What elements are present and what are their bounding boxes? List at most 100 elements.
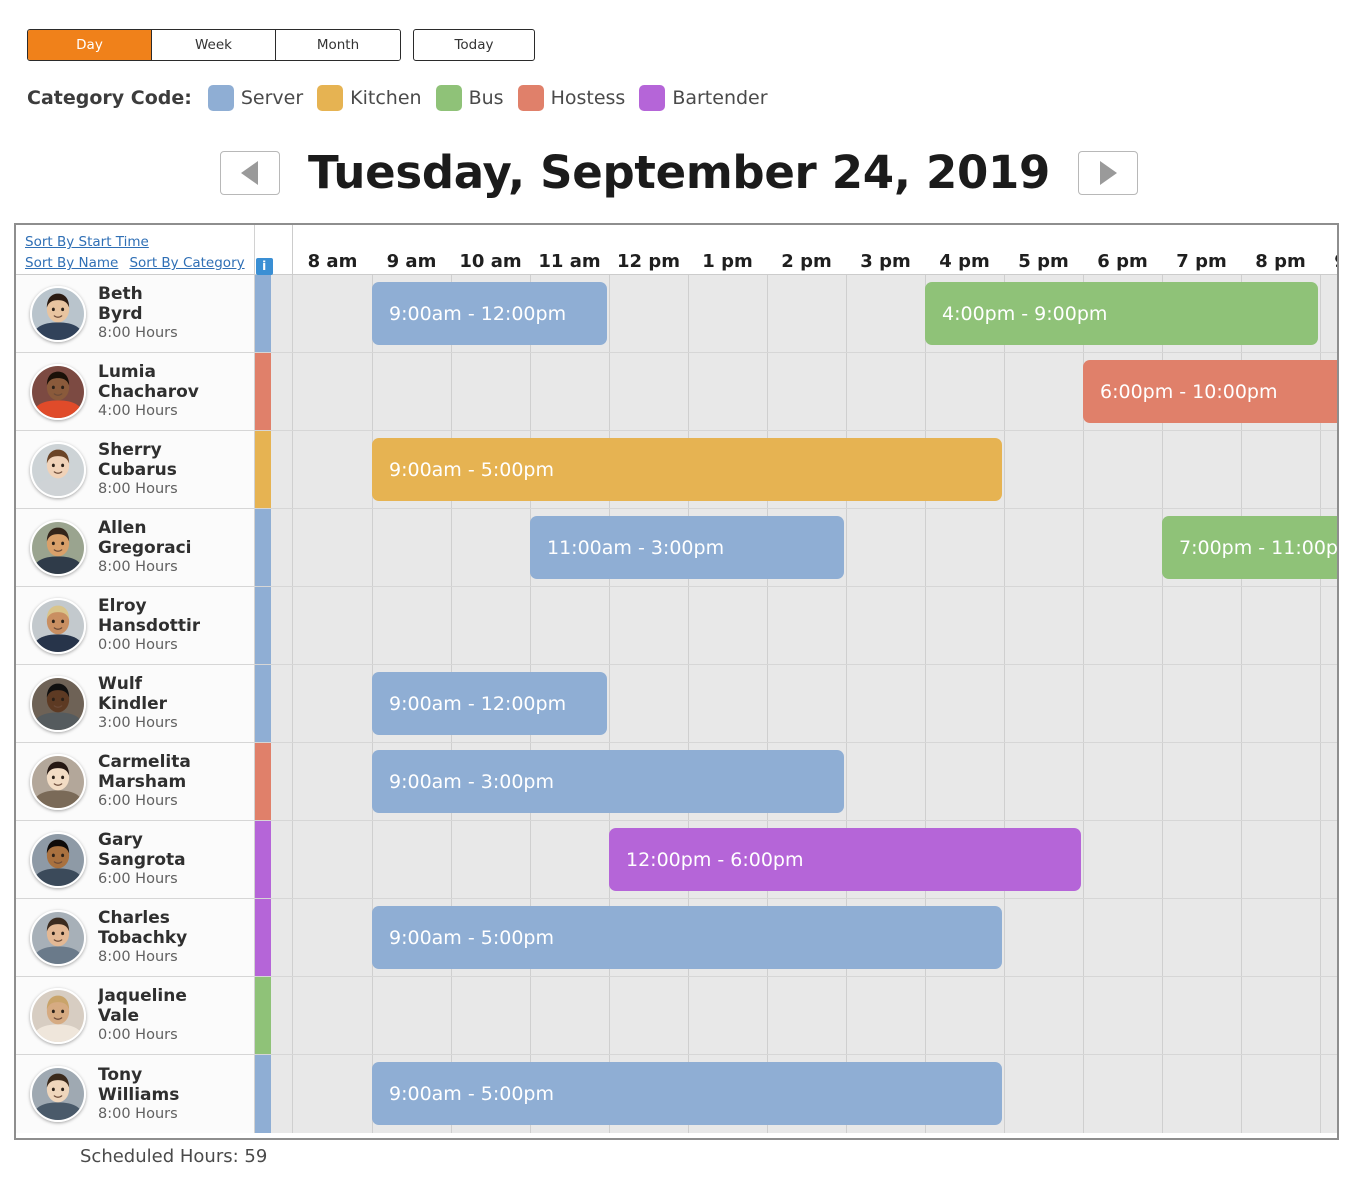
- shift-block[interactable]: 9:00am - 12:00pm: [372, 672, 607, 735]
- employee-hours: 8:00 Hours: [98, 325, 178, 341]
- employee-info-cell[interactable]: Charles Tobachky 8:00 Hours: [16, 899, 255, 976]
- employee-first-name: Sherry: [98, 440, 162, 460]
- hour-gridline: [1004, 665, 1005, 742]
- lane-gutter: [271, 275, 293, 352]
- shift-lane[interactable]: 9:00am - 12:00pm: [271, 665, 1337, 742]
- employee-info-cell[interactable]: Jaqueline Vale 0:00 Hours: [16, 977, 255, 1054]
- employee-text: Tony Williams 8:00 Hours: [98, 1065, 179, 1124]
- employee-row: Elroy Hansdottir 0:00 Hours: [16, 587, 1337, 665]
- shift-block[interactable]: 6:00pm - 10:00pm: [1083, 360, 1337, 423]
- sort-by-start-time-link[interactable]: Sort By Start Time: [25, 234, 149, 250]
- employee-first-name: Gary: [98, 830, 143, 850]
- shift-block[interactable]: 11:00am - 3:00pm: [530, 516, 844, 579]
- hour-gridline: [530, 353, 531, 430]
- hour-gridline: [451, 353, 452, 430]
- sort-by-name-link[interactable]: Sort By Name: [25, 255, 118, 271]
- shift-lane[interactable]: 6:00pm - 10:00pm: [271, 353, 1337, 430]
- hour-gridline: [1083, 977, 1084, 1054]
- category-stripe-server: [255, 275, 271, 352]
- shift-lane[interactable]: 11:00am - 3:00pm 7:00pm - 11:00pm: [271, 509, 1337, 586]
- category-stripe-server: [255, 665, 271, 742]
- hour-gridline: [925, 509, 926, 586]
- employee-info-cell[interactable]: Beth Byrd 8:00 Hours: [16, 275, 255, 352]
- view-option-day-button[interactable]: Day: [28, 30, 152, 60]
- shift-block[interactable]: 7:00pm - 11:00pm: [1162, 516, 1337, 579]
- avatar: [30, 909, 86, 966]
- view-option-week-button[interactable]: Week: [152, 30, 276, 60]
- shift-block[interactable]: 9:00am - 12:00pm: [372, 282, 607, 345]
- shift-block[interactable]: 9:00am - 5:00pm: [372, 1062, 1002, 1125]
- shift-lane[interactable]: [271, 587, 1337, 664]
- hour-gridline: [1083, 899, 1084, 976]
- hour-gridline: [372, 353, 373, 430]
- employee-row: Allen Gregoraci 8:00 Hours 11:00am - 3:00pm…: [16, 509, 1337, 587]
- shift-block[interactable]: 9:00am - 5:00pm: [372, 906, 1002, 969]
- hour-gridline: [846, 587, 847, 664]
- employee-info-cell[interactable]: Elroy Hansdottir 0:00 Hours: [16, 587, 255, 664]
- lane-gutter: [271, 899, 293, 976]
- hour-label: 5 pm: [1018, 251, 1069, 272]
- avatar: [30, 597, 86, 654]
- hour-gridline: [688, 977, 689, 1054]
- shift-block[interactable]: 12:00pm - 6:00pm: [609, 828, 1081, 891]
- shift-lane[interactable]: 9:00am - 5:00pm: [271, 899, 1337, 976]
- hour-gridline: [767, 353, 768, 430]
- employee-hours: 0:00 Hours: [98, 1027, 178, 1043]
- employee-text: Jaqueline Vale 0:00 Hours: [98, 986, 187, 1045]
- hour-gridline: [1162, 977, 1163, 1054]
- hour-label: 8 am: [307, 251, 358, 272]
- employee-text: Charles Tobachky 8:00 Hours: [98, 908, 187, 967]
- category-legend: Category Code: Server Kitchen Bus Hostess Ba…: [27, 84, 782, 112]
- today-button[interactable]: Today: [413, 29, 535, 61]
- shift-block[interactable]: 9:00am - 3:00pm: [372, 750, 844, 813]
- shift-lane[interactable]: 9:00am - 5:00pm: [271, 431, 1337, 508]
- hour-gridline: [1162, 899, 1163, 976]
- hour-label: 7 pm: [1176, 251, 1227, 272]
- avatar: [30, 363, 86, 420]
- legend-label: Kitchen: [350, 87, 422, 109]
- shift-block[interactable]: 4:00pm - 9:00pm: [925, 282, 1318, 345]
- sort-by-category-link[interactable]: Sort By Category: [129, 255, 244, 271]
- employee-text: Carmelita Marsham 6:00 Hours: [98, 752, 191, 811]
- hour-gridline: [925, 353, 926, 430]
- next-day-button[interactable]: [1078, 150, 1139, 195]
- shift-lane[interactable]: 9:00am - 3:00pm: [271, 743, 1337, 820]
- employee-info-cell[interactable]: Sherry Cubarus 8:00 Hours: [16, 431, 255, 508]
- employee-info-cell[interactable]: Lumia Chacharov 4:00 Hours: [16, 353, 255, 430]
- lane-gutter: [271, 509, 293, 586]
- employee-last-name: Gregoraci: [98, 538, 192, 558]
- avatar: [30, 675, 86, 732]
- previous-day-button[interactable]: [219, 150, 280, 195]
- avatar: [30, 753, 86, 810]
- employee-info-cell[interactable]: Tony Williams 8:00 Hours: [16, 1055, 255, 1133]
- lane-gutter: [271, 431, 293, 508]
- employee-hours: 8:00 Hours: [98, 559, 178, 575]
- category-stripe-bartender: [255, 899, 271, 976]
- employee-row: Carmelita Marsham 6:00 Hours 9:00am - 3:00p…: [16, 743, 1337, 821]
- employee-info-cell[interactable]: Carmelita Marsham 6:00 Hours: [16, 743, 255, 820]
- hour-label: 1 pm: [702, 251, 753, 272]
- sort-row-1: Sort By Start Time: [25, 231, 254, 252]
- employee-row: Jaqueline Vale 0:00 Hours: [16, 977, 1337, 1055]
- hour-label: 6 pm: [1097, 251, 1148, 272]
- employee-info-cell[interactable]: Allen Gregoraci 8:00 Hours: [16, 509, 255, 586]
- employee-info-cell[interactable]: Wulf Kindler 3:00 Hours: [16, 665, 255, 742]
- hour-gridline: [1083, 665, 1084, 742]
- shift-block[interactable]: 9:00am - 5:00pm: [372, 438, 1002, 501]
- employee-info-cell[interactable]: Gary Sangrota 6:00 Hours: [16, 821, 255, 898]
- employee-hours: 6:00 Hours: [98, 793, 178, 809]
- employee-text: Allen Gregoraci 8:00 Hours: [98, 518, 191, 577]
- shift-lane[interactable]: [271, 977, 1337, 1054]
- hour-gridline: [1320, 665, 1321, 742]
- shift-lane[interactable]: 9:00am - 5:00pm: [271, 1055, 1337, 1133]
- shift-lane[interactable]: 9:00am - 12:00pm 4:00pm - 9:00pm: [271, 275, 1337, 352]
- view-toggle-bar: Day Week Month Today: [27, 29, 535, 61]
- shift-lane[interactable]: 12:00pm - 6:00pm: [271, 821, 1337, 898]
- employee-row-list: Beth Byrd 8:00 Hours 9:00am - 12:00pm 4:00pm…: [16, 275, 1337, 1133]
- view-option-month-button[interactable]: Month: [276, 30, 400, 60]
- hour-gridline: [451, 509, 452, 586]
- chevron-right-icon: [1099, 160, 1117, 185]
- hour-gridline: [1320, 977, 1321, 1054]
- hour-gridline: [688, 665, 689, 742]
- calendar-header: Sort By Start Time Sort By Name Sort By …: [16, 225, 1337, 275]
